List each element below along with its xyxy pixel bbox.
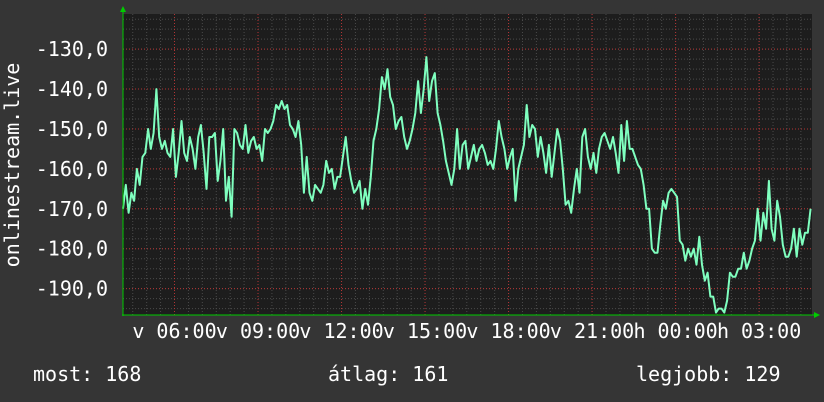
x-axis-ticks: v 06:00 v 09:00 v 12:00 v 15:00 v 18:00 v 21:… [132,319,801,343]
x-tick-label: v 15:00 [383,319,467,343]
y-axis-ticks: -130,0 -140,0 -150,0 -160,0 -170,0 -180,0 -190… [36,37,108,301]
y-tick-label: -130,0 [36,37,108,61]
x-tick-label: v 06:00 [132,319,216,343]
average-value: átlag: 161 [328,362,449,386]
y-axis-label: onlinestream.live [0,63,24,268]
best-value: legjobb: 129 [636,362,781,386]
current-value: most: 168 [33,362,142,386]
x-tick-label: v 12:00 [299,319,383,343]
x-tick-label: v 09:00 [216,319,300,343]
y-tick-label: -170,0 [36,197,108,221]
x-tick-label: v 18:00 [466,319,550,343]
x-tick-label: h 00:00 [633,319,717,343]
y-tick-label: -160,0 [36,157,108,181]
y-tick-label: -140,0 [36,77,108,101]
y-tick-label: -150,0 [36,117,108,141]
x-tick-label: v 21:00 [550,319,634,343]
x-axis-arrow [814,312,820,318]
signal-chart: -130,0 -140,0 -150,0 -160,0 -170,0 -180,0 -190… [0,6,820,343]
y-tick-label: -180,0 [36,237,108,261]
y-tick-label: -190,0 [36,277,108,301]
y-axis-arrow [120,6,126,12]
x-tick-label: h 03:00 [717,319,801,343]
